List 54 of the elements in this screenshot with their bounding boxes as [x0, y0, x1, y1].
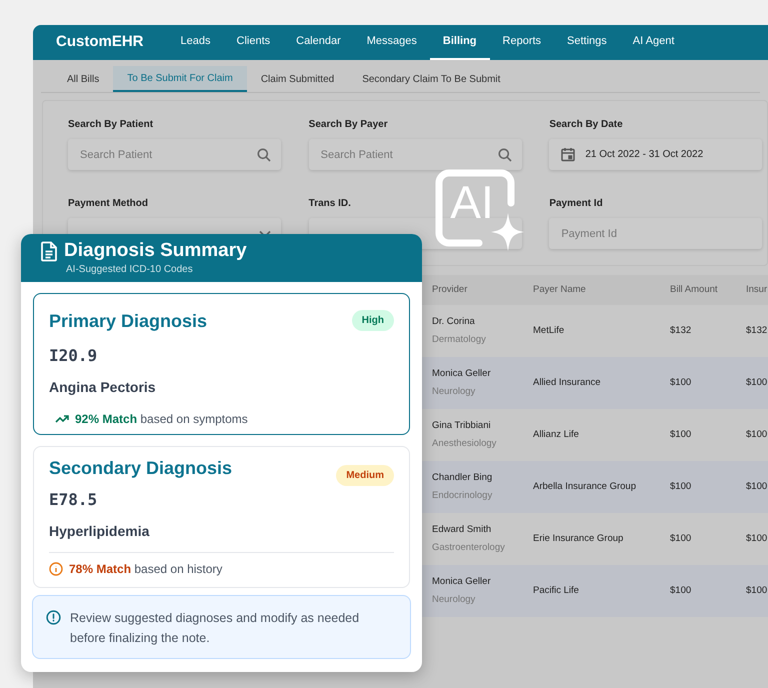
confidence-badge: High	[352, 310, 394, 331]
column-header: Bill Amount	[670, 282, 719, 297]
column-header: Provider	[432, 282, 468, 297]
specialty: Anesthesiology	[432, 437, 498, 451]
field-label: Trans ID.	[308, 197, 352, 211]
specialty: Neurology	[432, 593, 476, 607]
table-cell-text: Pacific Life	[533, 584, 580, 598]
brand-name: CustomEHR	[56, 32, 144, 52]
field-label: Search By Payer	[308, 118, 389, 132]
field-label: Payment Id	[549, 197, 604, 211]
table-cell-text: $100	[670, 376, 692, 390]
table-cell-text: $132	[746, 324, 768, 338]
column-header: Insur	[746, 282, 768, 297]
column-header: Payer Name	[533, 282, 587, 297]
provider-name: Chandler Bing	[432, 470, 494, 485]
specialty: Dermatology	[432, 333, 487, 347]
table-cell-text: $100	[670, 584, 692, 598]
table-cell-text: $100	[746, 376, 768, 390]
note-text: Review suggested diagnoses and modify as needed before finalizing the note.	[70, 610, 360, 647]
panel-title: Diagnosis Summary	[64, 239, 247, 263]
field-label: Search By Date	[549, 118, 624, 132]
table-cell-text: $132	[670, 324, 692, 338]
specialty: Neurology	[432, 385, 476, 399]
table-cell-text: $100	[670, 480, 692, 494]
table-cell-text: $100	[746, 532, 768, 546]
table-cell-text: Allianz Life	[533, 428, 580, 442]
diagnosis-name: Hyperlipidemia	[49, 522, 150, 541]
table-cell-text: $100	[670, 428, 692, 442]
icd-code: E78.5	[49, 489, 98, 511]
field-label: Search By Patient	[68, 118, 154, 132]
diagnosis-heading: Secondary Diagnosis	[49, 457, 232, 479]
provider-name: Dr. Corina	[432, 314, 476, 329]
provider-name: Gina Tribbiani	[432, 418, 492, 433]
table-cell-text: $100	[746, 480, 768, 494]
match-text: 78% Match based on history	[69, 561, 222, 578]
confidence-badge: Medium	[336, 465, 394, 486]
diagnosis-name: Angina Pectoris	[49, 378, 157, 397]
icd-code: I20.9	[49, 345, 98, 367]
provider-name: Monica Geller	[432, 574, 492, 589]
table-cell-text: MetLife	[533, 324, 566, 338]
table-cell-text: Erie Insurance Group	[533, 532, 624, 546]
table-cell-text: $100	[746, 428, 768, 442]
panel-subtitle: AI-Suggested ICD-10 Codes	[65, 263, 194, 276]
provider-name: Edward Smith	[432, 522, 492, 537]
match-text: 92% Match based on symptoms	[75, 411, 248, 428]
field-label: Payment Method	[68, 197, 150, 211]
provider-name: Monica Geller	[432, 366, 492, 381]
table-cell-text: $100	[670, 532, 692, 546]
table-cell-text: $100	[746, 584, 768, 598]
diagnosis-heading: Primary Diagnosis	[49, 310, 208, 332]
table-cell-text: Allied Insurance	[533, 376, 602, 390]
specialty: Endocrinology	[432, 489, 494, 503]
table-cell-text: Arbella Insurance Group	[533, 480, 637, 494]
specialty: Gastroenterology	[432, 541, 506, 555]
